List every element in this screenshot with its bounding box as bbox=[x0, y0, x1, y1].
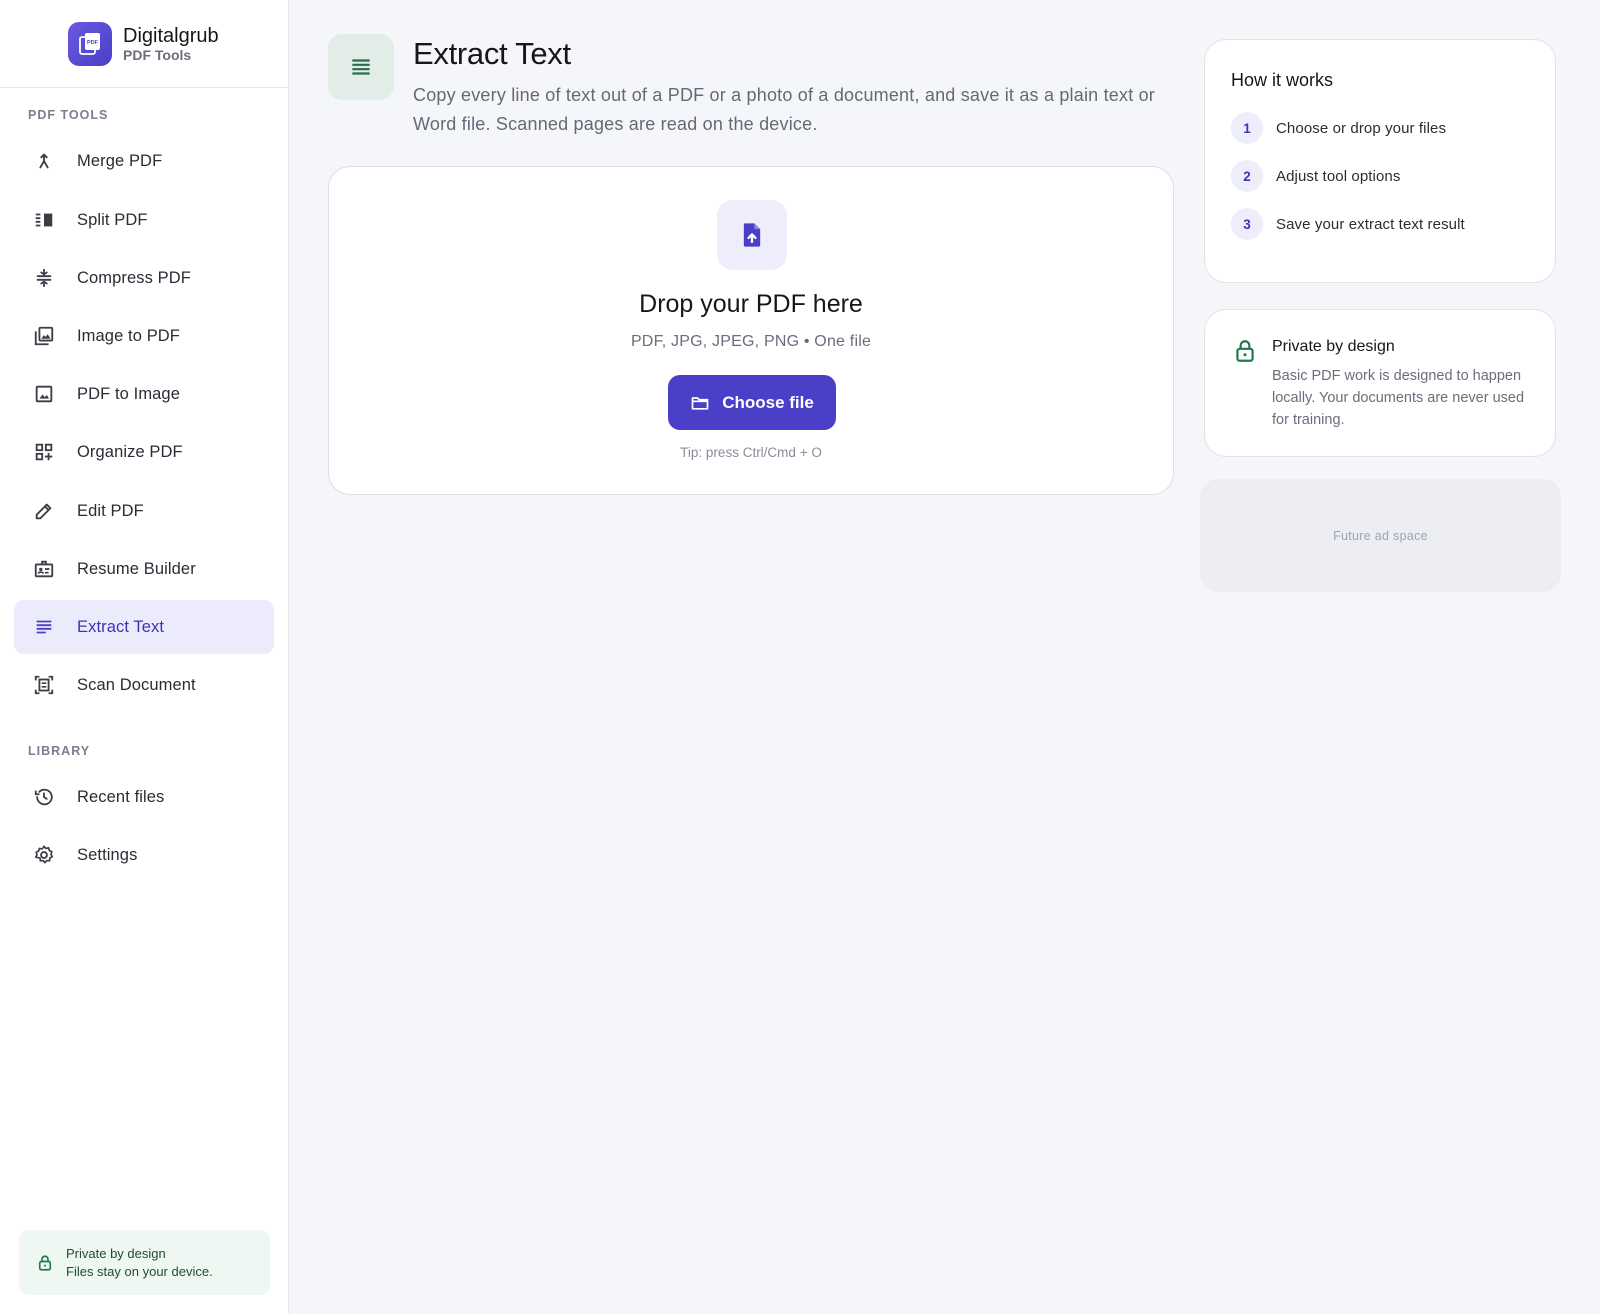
step-item: 2 Adjust tool options bbox=[1231, 160, 1400, 192]
sidebar-item-label: Recent files bbox=[77, 787, 165, 806]
split-icon bbox=[33, 209, 55, 231]
file-dropzone[interactable]: Drop your PDF here PDF, JPG, JPEG, PNG •… bbox=[328, 166, 1174, 495]
id-card-icon bbox=[33, 558, 55, 580]
sidebar-item-recent-files[interactable]: Recent files bbox=[14, 770, 274, 824]
choose-file-label: Choose file bbox=[722, 392, 814, 412]
choose-file-button[interactable]: Choose file bbox=[668, 375, 836, 430]
sidebar-privacy-notice: Private by design Files stay on your dev… bbox=[19, 1230, 270, 1295]
step-item: 3 Save your extract text result bbox=[1231, 208, 1465, 240]
sidebar-item-merge-pdf[interactable]: Merge PDF bbox=[14, 134, 274, 188]
compress-icon bbox=[33, 267, 55, 289]
lock-icon bbox=[1232, 338, 1258, 364]
sidebar-item-label: PDF to Image bbox=[77, 384, 180, 403]
history-icon bbox=[33, 786, 55, 808]
lock-icon bbox=[36, 1254, 54, 1272]
sidebar: PDF Digitalgrub PDF Tools PDF TOOLS Merg… bbox=[0, 0, 289, 1314]
step-number: 3 bbox=[1231, 208, 1263, 240]
file-upload-icon bbox=[717, 200, 787, 270]
sidebar-item-label: Scan Document bbox=[77, 675, 196, 694]
step-label: Adjust tool options bbox=[1276, 167, 1401, 185]
page-description: Copy every line of text out of a PDF or … bbox=[413, 85, 1156, 134]
pencil-icon bbox=[33, 500, 55, 522]
image-icon bbox=[33, 383, 55, 405]
sidebar-item-compress-pdf[interactable]: Compress PDF bbox=[14, 251, 274, 305]
scan-icon bbox=[33, 674, 55, 696]
sidebar-item-resume-builder[interactable]: Resume Builder bbox=[14, 542, 274, 596]
privacy-card: Private by design Basic PDF work is desi… bbox=[1204, 309, 1556, 457]
brand-header[interactable]: PDF Digitalgrub PDF Tools bbox=[0, 0, 288, 88]
brand-name: Digitalgrub bbox=[123, 24, 219, 47]
section-label-library: LIBRARY bbox=[28, 744, 91, 758]
merge-icon bbox=[33, 150, 55, 172]
dropzone-formats: PDF, JPG, JPEG, PNG • One file bbox=[630, 333, 872, 350]
how-it-works-title: How it works bbox=[1231, 70, 1334, 90]
sidebar-item-label: Resume Builder bbox=[77, 559, 196, 578]
page-title: Extract Text bbox=[413, 36, 571, 71]
sidebar-item-pdf-to-image[interactable]: PDF to Image bbox=[14, 367, 274, 421]
sidebar-item-organize-pdf[interactable]: Organize PDF bbox=[14, 425, 274, 479]
sidebar-privacy-body: Files stay on your device. bbox=[66, 1263, 213, 1279]
sidebar-item-label: Settings bbox=[77, 845, 138, 864]
dropzone-title: Drop your PDF here bbox=[639, 290, 863, 318]
text-lines-icon bbox=[33, 616, 55, 638]
logo-text: PDF bbox=[87, 40, 99, 46]
sidebar-item-scan-document[interactable]: Scan Document bbox=[14, 658, 274, 712]
sidebar-item-split-pdf[interactable]: Split PDF bbox=[14, 193, 274, 247]
section-label-pdf-tools: PDF TOOLS bbox=[28, 108, 109, 122]
step-item: 1 Choose or drop your files bbox=[1231, 112, 1446, 144]
sidebar-item-label: Split PDF bbox=[77, 210, 148, 229]
text-lines-icon bbox=[328, 34, 394, 100]
sidebar-item-edit-pdf[interactable]: Edit PDF bbox=[14, 484, 274, 538]
step-number: 2 bbox=[1231, 160, 1263, 192]
sidebar-item-image-to-pdf[interactable]: Image to PDF bbox=[14, 309, 274, 363]
grid-add-icon bbox=[33, 441, 55, 463]
sidebar-item-label: Merge PDF bbox=[77, 151, 163, 170]
step-label: Choose or drop your files bbox=[1276, 119, 1447, 137]
dropzone-tip: Tip: press Ctrl/Cmd + O bbox=[680, 445, 822, 460]
image-stack-icon bbox=[33, 325, 55, 347]
step-number: 1 bbox=[1231, 112, 1263, 144]
sidebar-item-settings[interactable]: Settings bbox=[14, 828, 274, 882]
sidebar-item-extract-text[interactable]: Extract Text bbox=[14, 600, 274, 654]
brand-subtitle: PDF Tools bbox=[123, 46, 192, 63]
ad-label: Future ad space bbox=[1333, 528, 1428, 543]
ad-placeholder: Future ad space bbox=[1200, 479, 1561, 592]
sidebar-item-label: Compress PDF bbox=[77, 268, 191, 287]
pdf-stack-icon: PDF bbox=[68, 21, 112, 66]
sidebar-item-label: Edit PDF bbox=[77, 501, 144, 520]
step-label: Save your extract text result bbox=[1276, 215, 1465, 233]
folder-icon bbox=[690, 393, 710, 413]
sidebar-item-label: Organize PDF bbox=[77, 442, 183, 461]
sidebar-privacy-title: Private by design bbox=[66, 1245, 166, 1261]
privacy-body: Basic PDF work is designed to happen loc… bbox=[1272, 368, 1525, 428]
gear-icon bbox=[33, 844, 55, 866]
sidebar-item-label: Extract Text bbox=[77, 617, 165, 636]
privacy-title: Private by design bbox=[1272, 338, 1395, 355]
sidebar-item-label: Image to PDF bbox=[77, 326, 180, 345]
how-it-works-card: How it works 1 Choose or drop your files… bbox=[1204, 39, 1556, 283]
